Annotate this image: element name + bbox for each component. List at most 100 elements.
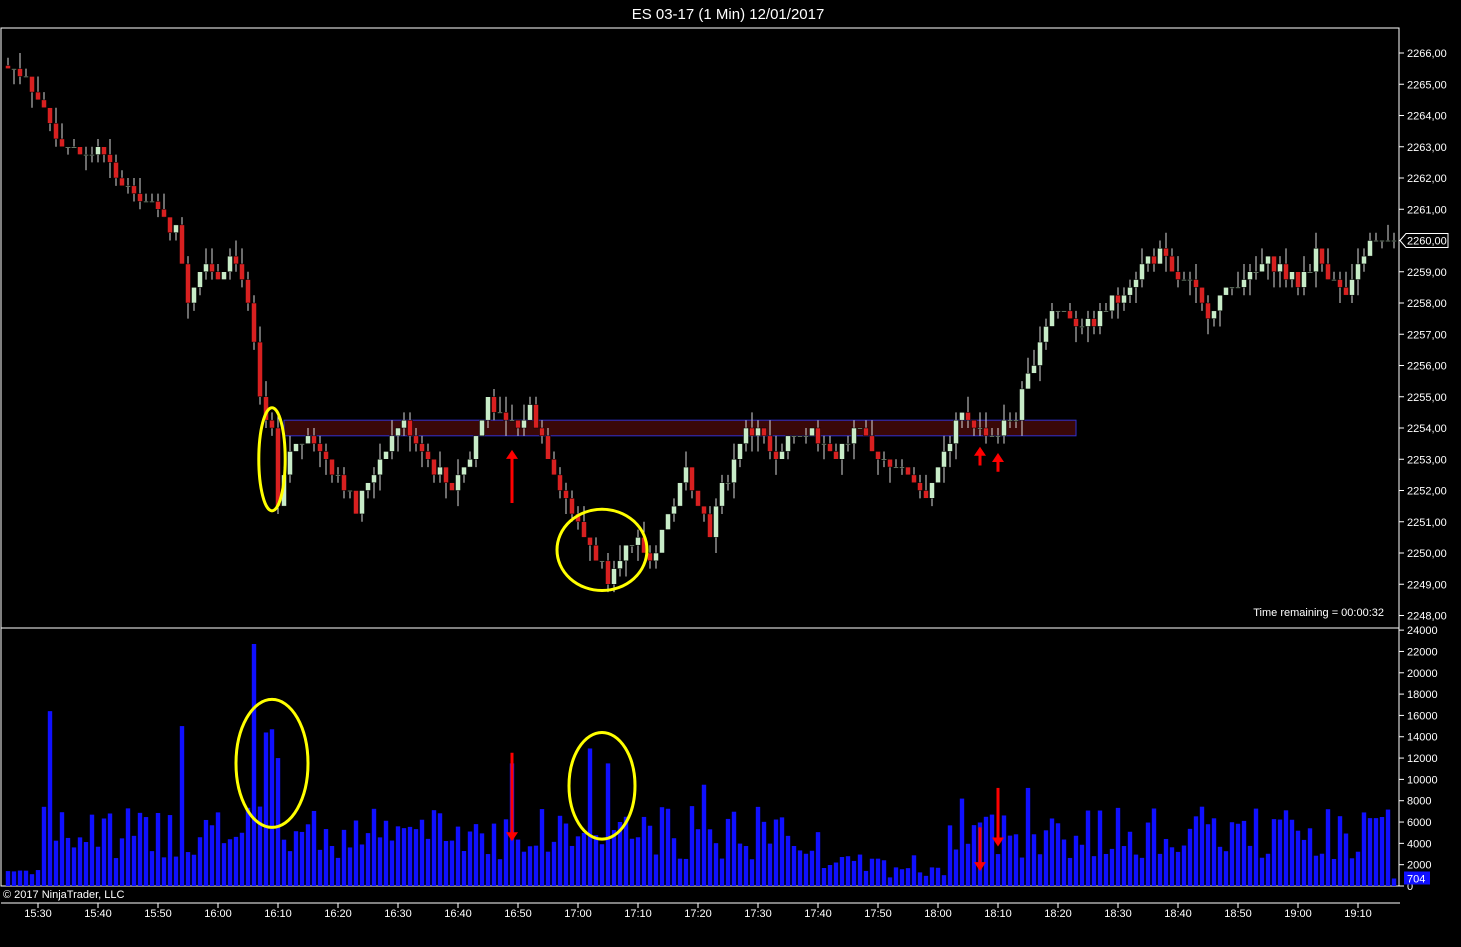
volume-bar	[815, 832, 821, 886]
volume-bar	[197, 837, 203, 886]
volume-bar	[503, 819, 509, 886]
candle-up	[1355, 263, 1361, 280]
volume-bar	[593, 835, 599, 886]
price-tick-label: 2253,00	[1407, 454, 1447, 466]
volume-bar	[839, 857, 845, 886]
candle-up	[1349, 279, 1355, 296]
volume-bar	[329, 845, 335, 886]
volume-bar	[401, 828, 407, 886]
candle-down	[1205, 302, 1211, 319]
candle-up	[1301, 271, 1307, 288]
volume-bar	[1061, 839, 1067, 886]
candle-up	[929, 482, 935, 499]
volume-bar	[833, 862, 839, 886]
volume-bar	[689, 806, 695, 886]
candle-up	[1361, 255, 1367, 265]
volume-bar	[1007, 835, 1013, 886]
candle-up	[683, 466, 689, 483]
candle-up	[797, 435, 803, 438]
volume-bar	[947, 825, 953, 886]
volume-bar	[1145, 822, 1151, 886]
candle-up	[389, 435, 395, 452]
last-volume-label: 704	[1407, 873, 1425, 885]
volume-tick-label: 24000	[1407, 625, 1438, 637]
candle-up	[1043, 326, 1049, 343]
candle-up	[293, 443, 299, 452]
volume-bar	[635, 837, 641, 886]
candle-down	[1163, 248, 1169, 257]
volume-bar	[113, 858, 119, 886]
volume-bar	[179, 726, 185, 886]
volume-bar	[653, 854, 659, 886]
volume-bar	[581, 832, 587, 886]
candle-down	[449, 482, 455, 491]
candle-down	[161, 209, 167, 218]
volume-bar	[41, 806, 47, 886]
volume-bar	[347, 847, 353, 886]
volume-bar	[239, 832, 245, 886]
volume-bar	[983, 816, 989, 886]
volume-bar	[1025, 787, 1031, 886]
volume-bar	[1133, 854, 1139, 886]
volume-bar	[941, 875, 947, 886]
candle-up	[1373, 240, 1379, 242]
candle-down	[113, 162, 119, 179]
volume-bar	[797, 850, 803, 886]
volume-bar	[47, 711, 53, 886]
volume-bar	[467, 831, 473, 886]
time-tick-label: 17:10	[624, 908, 652, 920]
candle-up	[1247, 271, 1253, 280]
candle-down	[695, 490, 701, 507]
volume-bar	[1205, 824, 1211, 886]
copyright-label: © 2017 NinjaTrader, LLC	[3, 889, 124, 901]
candle-down	[581, 521, 587, 538]
candle-up	[149, 201, 155, 203]
volume-bar	[107, 813, 113, 886]
volume-bar	[527, 846, 533, 886]
volume-bar	[929, 867, 935, 886]
volume-bar	[1121, 846, 1127, 886]
volume-bar	[149, 851, 155, 886]
time-tick-label: 17:00	[564, 908, 592, 920]
volume-bar	[551, 841, 557, 886]
volume-bar	[1379, 817, 1385, 886]
candle-up	[383, 451, 389, 460]
volume-bar	[887, 877, 893, 886]
volume-bar	[437, 813, 443, 886]
candle-up	[335, 474, 341, 477]
volume-bar	[713, 843, 719, 886]
candle-up	[959, 412, 965, 421]
candle-up	[455, 474, 461, 491]
candle-up	[677, 482, 683, 507]
volume-bar	[125, 808, 131, 886]
candle-up	[1367, 240, 1373, 257]
volume-bar	[767, 843, 773, 886]
candle-down	[539, 427, 545, 437]
price-tick-label: 2248,00	[1407, 611, 1447, 623]
candle-up	[623, 544, 629, 562]
candle-up	[1289, 271, 1295, 280]
price-tick-label: 2263,00	[1407, 142, 1447, 154]
candle-down	[1319, 248, 1325, 265]
volume-bar	[869, 858, 875, 886]
candle-up	[779, 451, 785, 460]
volume-bar	[1247, 845, 1253, 886]
volume-bar	[1223, 851, 1229, 886]
candle-up	[719, 482, 725, 507]
volume-bar	[1139, 857, 1145, 886]
candle-down	[1337, 279, 1343, 288]
volume-bar	[407, 826, 413, 886]
candle-up	[1157, 248, 1163, 265]
candle-up	[611, 568, 617, 585]
volume-bar	[341, 829, 347, 886]
candle-up	[1127, 287, 1133, 296]
candle-up	[197, 271, 203, 288]
candle-up	[173, 224, 179, 233]
volume-bar	[1115, 807, 1121, 886]
candle-up	[1013, 419, 1019, 422]
candle-up	[635, 537, 641, 546]
candle-down	[131, 185, 137, 194]
volume-bar	[311, 810, 317, 886]
volume-bar	[1031, 834, 1037, 886]
volume-bar	[917, 872, 923, 886]
